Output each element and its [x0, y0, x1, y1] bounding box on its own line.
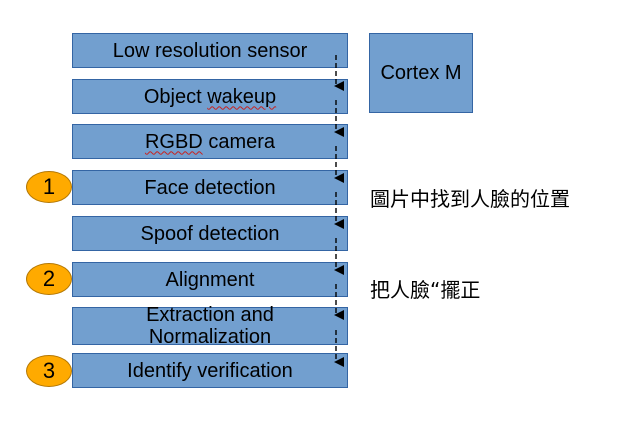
flow-arrows	[334, 55, 344, 367]
